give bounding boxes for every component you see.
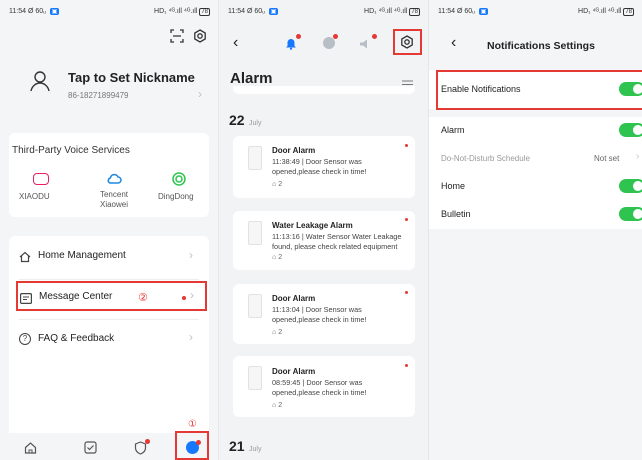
voice-service-tencent[interactable]: Tencent Xiaowei [89, 173, 139, 217]
setting-label: Home [441, 181, 466, 191]
setting-row-bulletin: Bulletin [429, 201, 642, 229]
status-bar: 11:54 Ø 60ᵤ ▣ HD₁ ⁴ᴳ.ıll ⁴ᴳ.ıll 78 [0, 0, 218, 24]
section-date: 21 July [229, 438, 262, 454]
section-date: 22 July [229, 112, 262, 128]
settings-list: Alarm Do-Not-Disturb Schedule Not set › … [429, 117, 642, 229]
unread-dot [405, 218, 408, 221]
home-count: ⌂ 2 [272, 402, 283, 409]
menu-item-faq-feedback[interactable]: ? FAQ & Feedback › [9, 320, 209, 360]
home-badge-dot [333, 34, 338, 39]
dingdong-icon [172, 172, 186, 186]
setting-row-alarm: Alarm [429, 117, 642, 145]
menu-item-label: FAQ & Feedback [38, 333, 115, 344]
message-center-screen: 11:54 Ø 60ᵤ ▣ HD₁ ⁴ᴳ.ıll ⁴ᴳ.ıll 78 ‹ Ala… [218, 0, 428, 460]
status-bar: 11:54 Ø 60ᵤ ▣ HD₁ ⁴ᴳ.ıll ⁴ᴳ.ıll 78 [219, 0, 428, 24]
voice-service-label: DingDong [158, 192, 194, 201]
annotation-step-1: ① [188, 419, 197, 430]
setting-value: Not set [594, 154, 620, 163]
chevron-right-icon: › [189, 330, 193, 344]
setting-label: Alarm [441, 125, 465, 135]
message-card[interactable]: Door Alarm 11:38:49 | Door Sensor was op… [233, 136, 415, 198]
highlight-enable-notifications [436, 70, 642, 110]
message-card[interactable]: Door Alarm 11:13:04 | Door Sensor was op… [233, 284, 415, 344]
home-count: ⌂ 2 [272, 329, 283, 336]
xiaodu-icon [33, 173, 49, 185]
tab-home-icon[interactable] [24, 441, 37, 454]
back-icon[interactable]: ‹ [233, 34, 238, 52]
highlight-message-center [16, 281, 207, 311]
message-title: Door Alarm [272, 146, 316, 155]
status-right: HD₁ ⁴ᴳ.ıll ⁴ᴳ.ıll 78 [578, 8, 634, 16]
highlight-profile-tab [175, 431, 209, 460]
home-toggle[interactable] [619, 179, 642, 193]
chevron-right-icon: › [189, 248, 193, 262]
alarm-badge-dot [296, 34, 301, 39]
setting-row-dnd[interactable]: Do-Not-Disturb Schedule Not set › [429, 145, 642, 173]
message-card[interactable]: Water Leakage Alarm 11:13:16 | Water Sen… [233, 211, 415, 270]
page-title: Notifications Settings [487, 40, 595, 52]
message-title: Door Alarm [272, 367, 316, 376]
bulletin-toggle[interactable] [619, 207, 642, 221]
voice-service-label: XIAODU [19, 192, 50, 201]
voice-service-dingdong[interactable]: DingDong [154, 172, 206, 213]
status-time: 11:54 Ø 60ᵤ ▣ [228, 8, 279, 15]
highlight-settings-icon [393, 29, 422, 55]
cloud-icon [106, 172, 122, 186]
page-title: Alarm [230, 70, 273, 87]
message-body: 08:59:45 | Door Sensor was opened,please… [272, 378, 367, 397]
nickname: Tap to Set Nickname [68, 70, 195, 85]
message-title: Door Alarm [272, 294, 316, 303]
scan-icon[interactable] [170, 29, 184, 43]
voice-services-card: Third-Party Voice Services XIAODU Tencen… [9, 133, 209, 217]
bulletin-badge-dot [372, 34, 377, 39]
unread-dot [405, 364, 408, 367]
phone-number: 86-18271899479 [68, 91, 129, 100]
security-badge-dot [145, 439, 150, 444]
tab-scenes-icon[interactable] [84, 441, 97, 454]
back-icon[interactable]: ‹ [451, 34, 456, 52]
message-card[interactable]: Door Alarm 08:59:45 | Door Sensor was op… [233, 356, 415, 417]
notification-settings-screen: 11:54 Ø 60ᵤ ▣ HD₁ ⁴ᴳ.ıll ⁴ᴳ.ıll 78 ‹ Not… [428, 0, 642, 460]
home-tab-icon[interactable] [323, 37, 335, 49]
status-time: 11:54 Ø 60ᵤ ▣ [438, 8, 489, 15]
alarm-tab-icon[interactable] [285, 37, 297, 50]
home-icon [19, 250, 31, 263]
setting-label: Bulletin [441, 209, 471, 219]
status-time: 11:54 Ø 60ᵤ ▣ [9, 8, 60, 15]
home-count: ⌂ 2 [272, 181, 283, 188]
mark-read-icon[interactable] [402, 76, 414, 89]
voice-service-label: Tencent Xiaowei [99, 190, 129, 209]
setting-row-home: Home [429, 173, 642, 201]
unread-dot [405, 144, 408, 147]
message-body: 11:13:16 | Water Sensor Water Leakage fo… [272, 232, 402, 251]
device-thumbnail [248, 366, 262, 390]
chevron-right-icon: › [198, 87, 202, 101]
message-body: 11:38:49 | Door Sensor was opened,please… [272, 157, 367, 176]
status-right: HD₁ ⁴ᴳ.ıll ⁴ᴳ.ıll 78 [154, 8, 210, 16]
profile-header[interactable]: Tap to Set Nickname 86-18271899479 › [0, 62, 218, 122]
message-title: Water Leakage Alarm [272, 221, 353, 230]
partial-card [233, 86, 415, 94]
device-thumbnail [248, 221, 262, 245]
device-thumbnail [248, 294, 262, 318]
status-right: HD₁ ⁴ᴳ.ıll ⁴ᴳ.ıll 78 [364, 8, 420, 16]
status-bar: 11:54 Ø 60ᵤ ▣ HD₁ ⁴ᴳ.ıll ⁴ᴳ.ıll 78 [429, 0, 642, 24]
menu-item-home-management[interactable]: Home Management › [9, 236, 209, 276]
device-thumbnail [248, 146, 262, 170]
alarm-toggle[interactable] [619, 123, 642, 137]
menu-card: Home Management › Message Center ② › ? F… [9, 236, 209, 459]
profile-screen: 11:54 Ø 60ᵤ ▣ HD₁ ⁴ᴳ.ıll ⁴ᴳ.ıll 78 Tap t… [0, 0, 218, 460]
voice-service-xiaodu[interactable]: XIAODU [15, 173, 65, 213]
voice-services-title: Third-Party Voice Services [12, 145, 130, 156]
bulletin-tab-icon[interactable] [359, 37, 371, 49]
menu-item-label: Home Management [38, 250, 126, 261]
avatar-icon [29, 70, 51, 92]
chevron-right-icon: › [636, 151, 640, 162]
home-count: ⌂ 2 [272, 254, 283, 261]
settings-icon[interactable] [193, 29, 207, 43]
message-body: 11:13:04 | Door Sensor was opened,please… [272, 305, 367, 324]
help-icon: ? [19, 333, 31, 345]
unread-dot [405, 291, 408, 294]
setting-label: Do-Not-Disturb Schedule [441, 154, 530, 163]
